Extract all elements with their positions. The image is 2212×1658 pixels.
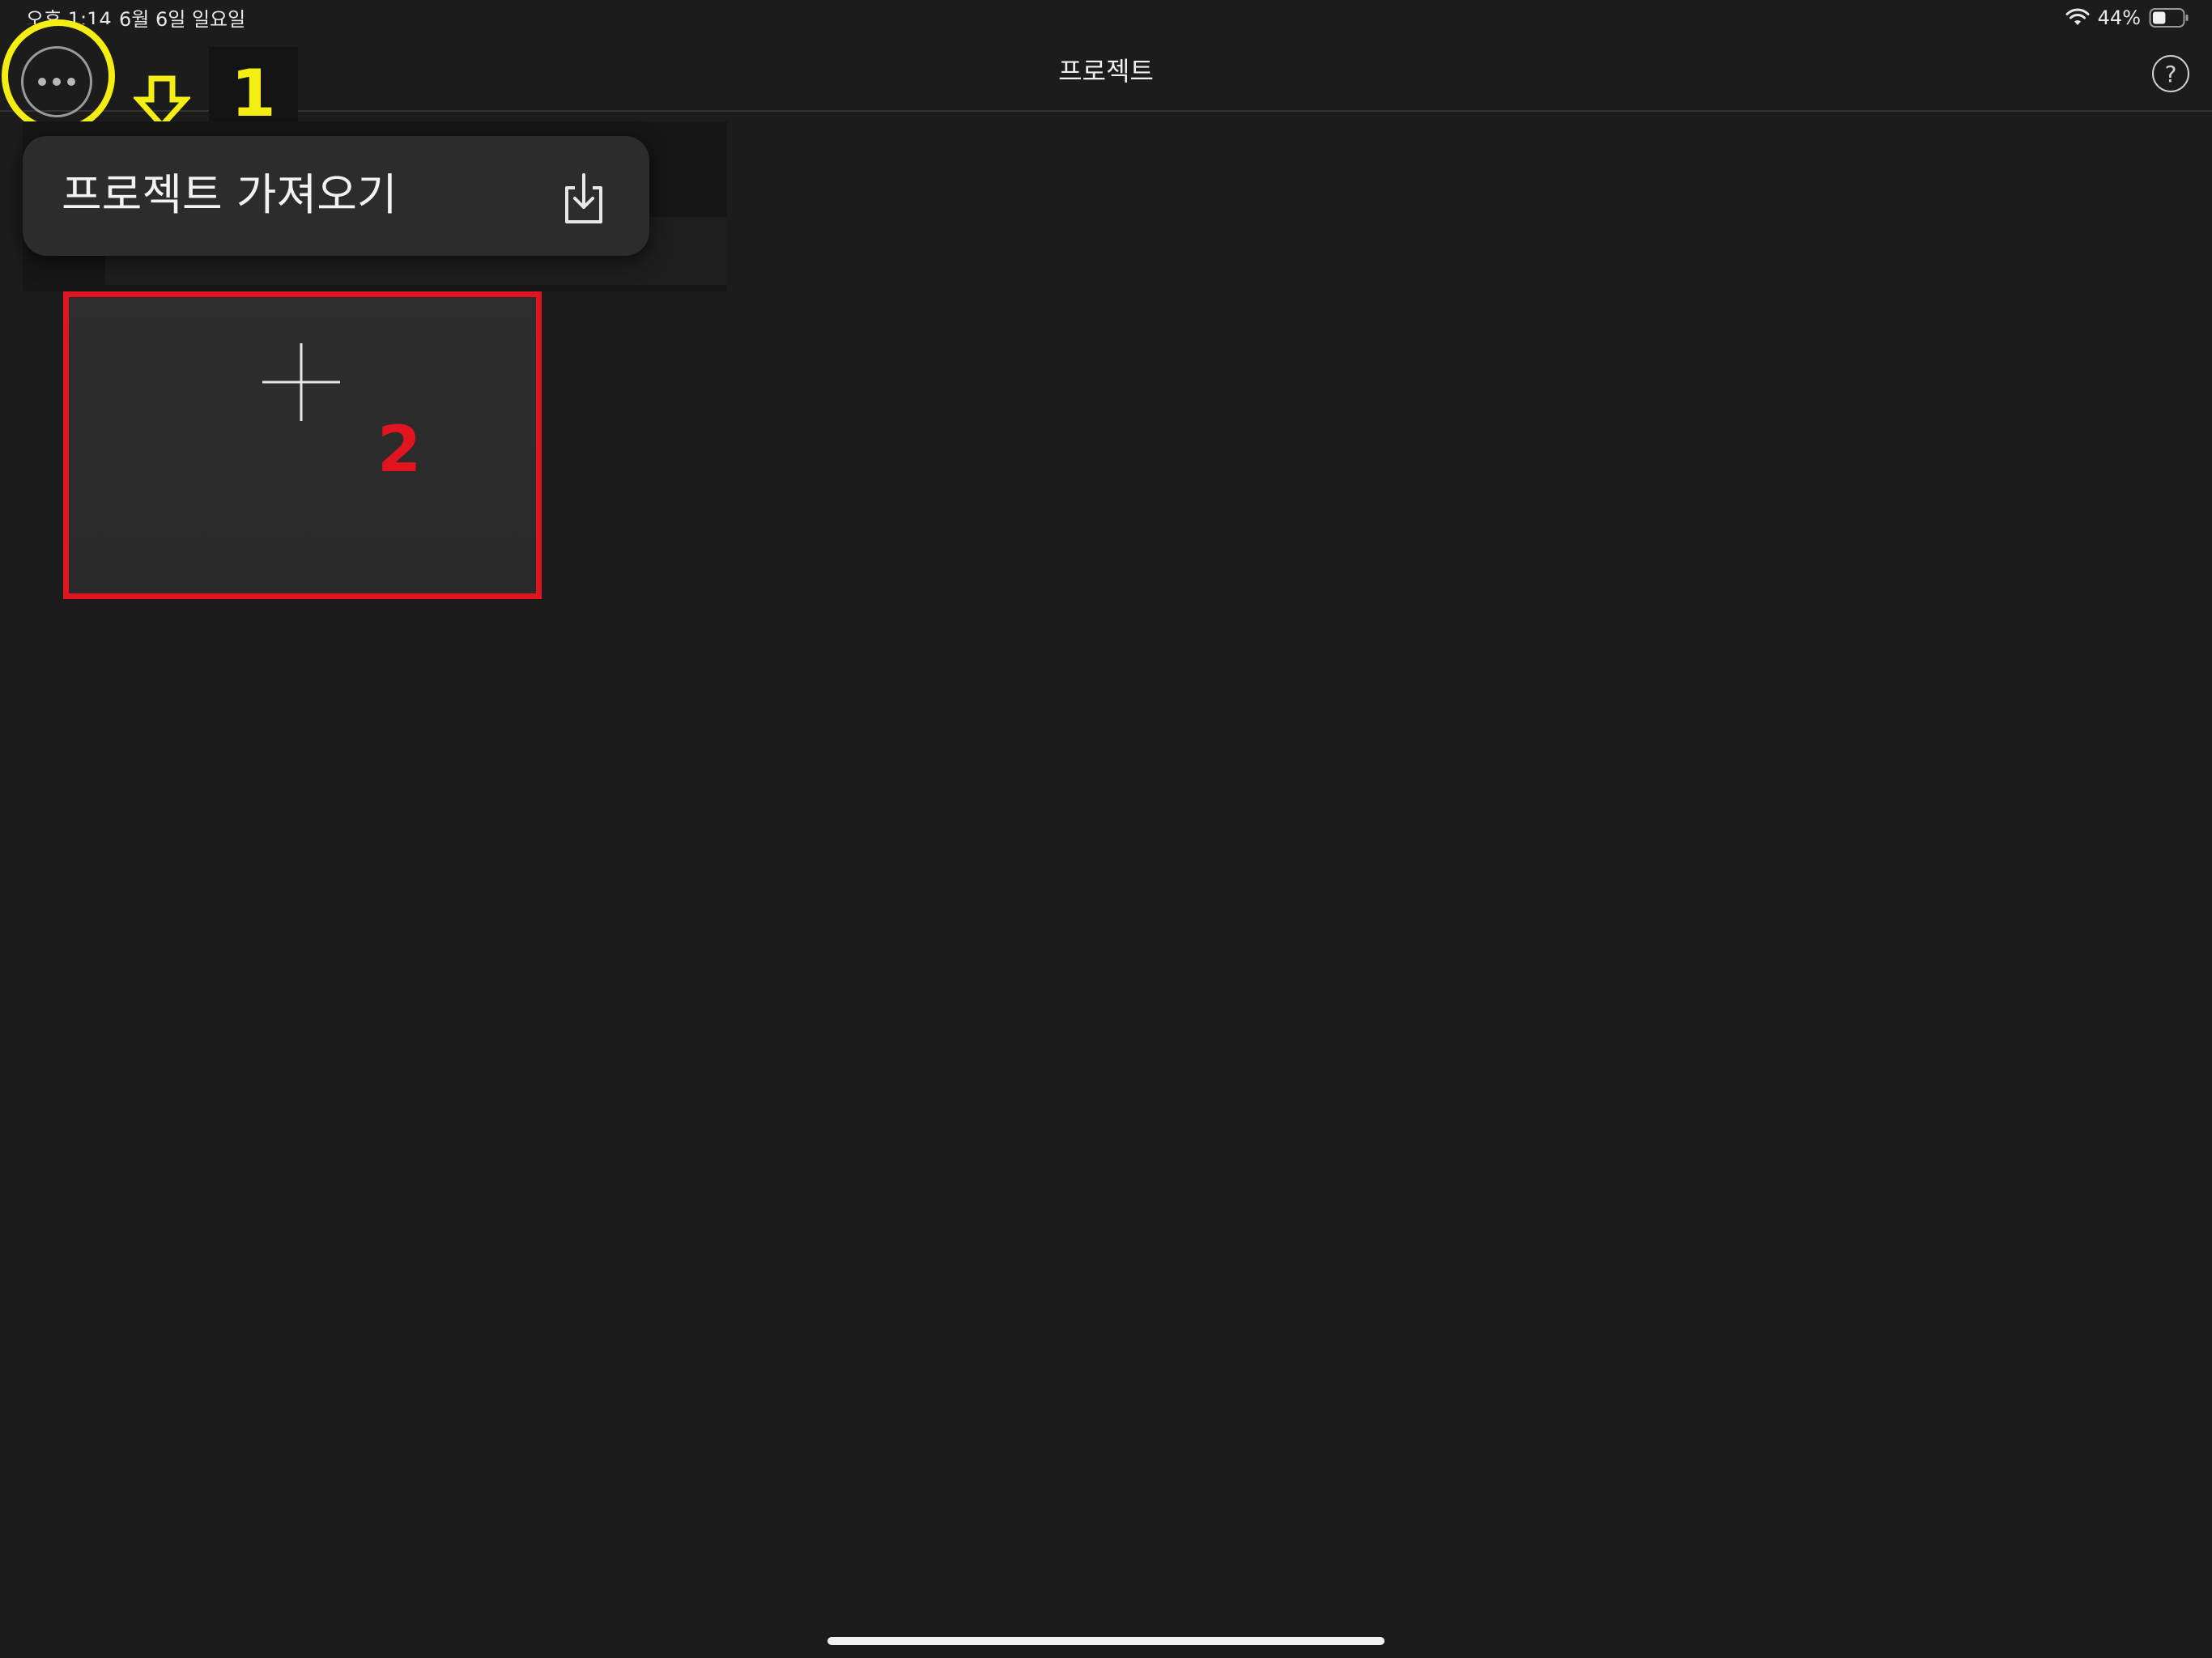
- home-indicator[interactable]: [827, 1637, 1385, 1645]
- navigation-bar: 프로젝트 ?: [0, 0, 2212, 112]
- ellipsis-dot: [67, 78, 75, 86]
- menu-item-label: 프로젝트 가져오기: [62, 169, 398, 220]
- screen: 프로젝트 ? 오후 1:14 6월 6일 일요일 44% 1 프로젝트 가져오기…: [0, 0, 2212, 1658]
- step-2-label: 2: [377, 414, 422, 487]
- plus-icon: [262, 343, 340, 421]
- wifi-icon: [2065, 8, 2090, 25]
- new-project-tile[interactable]: [63, 291, 541, 597]
- popup-menu: 프로젝트 가져오기: [23, 136, 649, 256]
- question-circle-icon: ?: [2164, 60, 2177, 87]
- menu-item-import-project[interactable]: 프로젝트 가져오기: [23, 136, 649, 256]
- ellipsis-dot: [53, 78, 61, 86]
- import-icon: [565, 173, 602, 223]
- page-title: 프로젝트: [1058, 56, 1154, 87]
- battery-percent: 44%: [2097, 6, 2141, 29]
- status-indicators: 44%: [2065, 6, 2189, 29]
- status-time: 오후 1:14: [26, 8, 112, 24]
- ellipsis-circle-icon: [38, 78, 46, 86]
- help-button[interactable]: ?: [2152, 55, 2189, 92]
- more-options-button[interactable]: [21, 46, 92, 117]
- battery-icon: [2149, 8, 2189, 28]
- status-date: 6월 6일 일요일: [119, 8, 246, 31]
